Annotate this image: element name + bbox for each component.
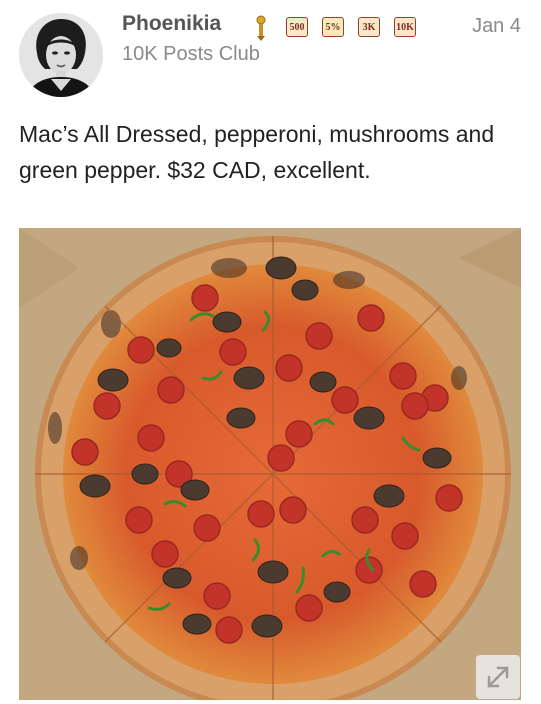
badge-3k-icon[interactable]: 3K [358,17,380,37]
username[interactable]: Phoenikia [122,12,221,36]
avatar[interactable] [19,13,103,97]
badge-500-icon[interactable]: 500 [286,17,308,37]
badge-pin-icon[interactable] [254,15,268,41]
pizza-illustration [19,228,521,700]
pizza-photo[interactable] [19,228,521,700]
badge-10k-icon[interactable]: 10K [394,17,416,37]
badge-5-percent-icon[interactable]: 5% [322,17,344,37]
user-title: 10K Posts Club [122,43,260,65]
expand-button[interactable] [476,655,520,699]
avatar-portrait-icon [19,13,103,97]
post-body: Mac’s All Dressed, pepperoni, mushrooms … [19,121,495,183]
expand-icon [487,666,509,688]
post-date[interactable]: Jan 4 [472,15,521,38]
post-header: Phoenikia 10K Posts Club 500 5% 3K 10K J… [0,0,541,110]
